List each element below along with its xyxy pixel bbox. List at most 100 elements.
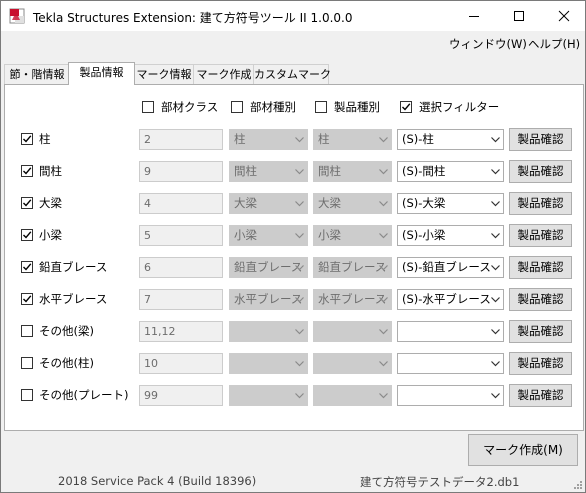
product-type-dropdown[interactable] [313,321,392,342]
member-type-dropdown[interactable]: 鉛直ブレース [229,257,308,278]
selection-filter-dropdown[interactable]: (S)-柱 [397,129,504,150]
product-confirm-button[interactable]: 製品確認 [509,256,572,279]
product-confirm-button[interactable]: 製品確認 [509,224,572,247]
chevron-down-icon [379,393,388,399]
close-button[interactable] [541,1,585,31]
selection-filter-dropdown[interactable]: (S)-間柱 [397,161,504,182]
member-type-dropdown[interactable]: 水平ブレース [229,289,308,310]
chevron-down-icon [491,169,500,175]
row-label: 大梁 [39,196,62,210]
minimize-icon [468,16,479,17]
row-label: 柱 [39,132,51,146]
dropdown-value: (S)-水平ブレース [402,292,491,306]
chevron-down-icon [491,201,500,207]
selection-filter-dropdown[interactable]: (S)-水平ブレース [397,289,504,310]
product-number-field[interactable]: 2 [139,129,223,150]
selection-filter-dropdown[interactable]: (S)-小梁 [397,225,504,246]
product-confirm-button[interactable]: 製品確認 [509,192,572,215]
product-number-field[interactable]: 99 [139,385,223,406]
row-checkbox[interactable] [21,133,33,145]
chevron-down-icon [295,233,304,239]
product-type-dropdown[interactable]: 大梁 [313,193,392,214]
check-mark-icon [23,295,32,303]
menu-window[interactable]: ウィンドウ(W) [449,36,527,52]
tab-mark-info[interactable]: マーク情報 [133,64,195,84]
product-type-dropdown[interactable] [313,385,392,406]
product-type-dropdown[interactable]: 小梁 [313,225,392,246]
row-checkbox[interactable] [21,165,33,177]
filter-checkbox[interactable] [231,101,243,113]
chevron-down-icon [295,169,304,175]
row-checkbox[interactable] [21,293,33,305]
selection-filter-dropdown[interactable] [397,321,504,342]
product-type-dropdown[interactable]: 間柱 [313,161,392,182]
tab-custom-mark[interactable]: カスタムマーク [253,64,331,84]
tab-floor-info[interactable]: 節・階情報 [4,64,70,84]
dropdown-value: (S)-間柱 [402,164,446,178]
product-confirm-button[interactable]: 製品確認 [509,352,572,375]
product-confirm-button[interactable]: 製品確認 [509,160,572,183]
row-checkbox[interactable] [21,389,33,401]
chevron-down-icon [491,393,500,399]
member-type-dropdown[interactable]: 間柱 [229,161,308,182]
chevron-down-icon [379,137,388,143]
member-type-dropdown[interactable]: 小梁 [229,225,308,246]
chevron-down-icon [491,297,500,303]
row-checkbox[interactable] [21,325,33,337]
chevron-down-icon [379,361,388,367]
maximize-icon [513,11,524,21]
product-number-field[interactable]: 11,12 [139,321,223,342]
check-mark-icon [23,199,32,207]
product-number-field[interactable]: 5 [139,225,223,246]
chevron-down-icon [295,329,304,335]
tab-mark-create[interactable]: マーク作成 [193,64,255,84]
selection-filter-dropdown[interactable] [397,385,504,406]
product-number-field[interactable]: 10 [139,353,223,374]
member-type-dropdown[interactable]: 柱 [229,129,308,150]
selection-filter-dropdown[interactable] [397,353,504,374]
create-mark-button[interactable]: マーク作成(M) [468,434,578,466]
dropdown-value: 鉛直ブレース [234,260,303,274]
maximize-button[interactable] [496,1,541,31]
dropdown-value: 水平ブレース [234,292,303,306]
product-type-dropdown[interactable]: 水平ブレース [313,289,392,310]
member-type-dropdown[interactable] [229,353,308,374]
product-number-field[interactable]: 6 [139,257,223,278]
product-number-field[interactable]: 9 [139,161,223,182]
product-confirm-button[interactable]: 製品確認 [509,320,572,343]
member-type-dropdown[interactable] [229,385,308,406]
row-checkbox[interactable] [21,357,33,369]
chevron-down-icon [491,361,500,367]
product-number-field[interactable]: 4 [139,193,223,214]
product-type-dropdown[interactable]: 柱 [313,129,392,150]
filter-checkbox[interactable] [315,101,327,113]
minimize-button[interactable] [451,1,496,31]
selection-filter-dropdown[interactable]: (S)-鉛直ブレース [397,257,504,278]
product-confirm-button[interactable]: 製品確認 [509,288,572,311]
filter-checkbox[interactable] [400,101,412,113]
product-type-dropdown[interactable] [313,353,392,374]
status-version: 2018 Service Pack 4 (Build 18396) [58,474,257,488]
row-checkbox[interactable] [21,229,33,241]
filter-label: 選択フィルター [419,100,500,114]
filter-checkbox[interactable] [142,101,154,113]
menu-help[interactable]: ヘルプ(H) [528,36,580,52]
member-type-dropdown[interactable]: 大梁 [229,193,308,214]
chevron-down-icon [295,297,304,303]
row-checkbox[interactable] [21,197,33,209]
product-confirm-button[interactable]: 製品確認 [509,384,572,407]
product-type-dropdown[interactable]: 鉛直ブレース [313,257,392,278]
dropdown-value: 小梁 [234,228,257,242]
product-number-field[interactable]: 7 [139,289,223,310]
resize-grip-icon[interactable] [573,480,583,490]
tab-product-info[interactable]: 製品情報 [68,62,135,85]
title-bar[interactable]: Tekla Structures Extension: 建て方符号ツール II … [1,1,585,31]
main-window: Tekla Structures Extension: 建て方符号ツール II … [0,0,586,493]
product-confirm-button[interactable]: 製品確認 [509,128,572,151]
dropdown-value: 柱 [234,132,246,146]
member-type-dropdown[interactable] [229,321,308,342]
dropdown-value: (S)-小梁 [402,228,446,242]
row-label: 間柱 [39,164,62,178]
row-checkbox[interactable] [21,261,33,273]
selection-filter-dropdown[interactable]: (S)-大梁 [397,193,504,214]
